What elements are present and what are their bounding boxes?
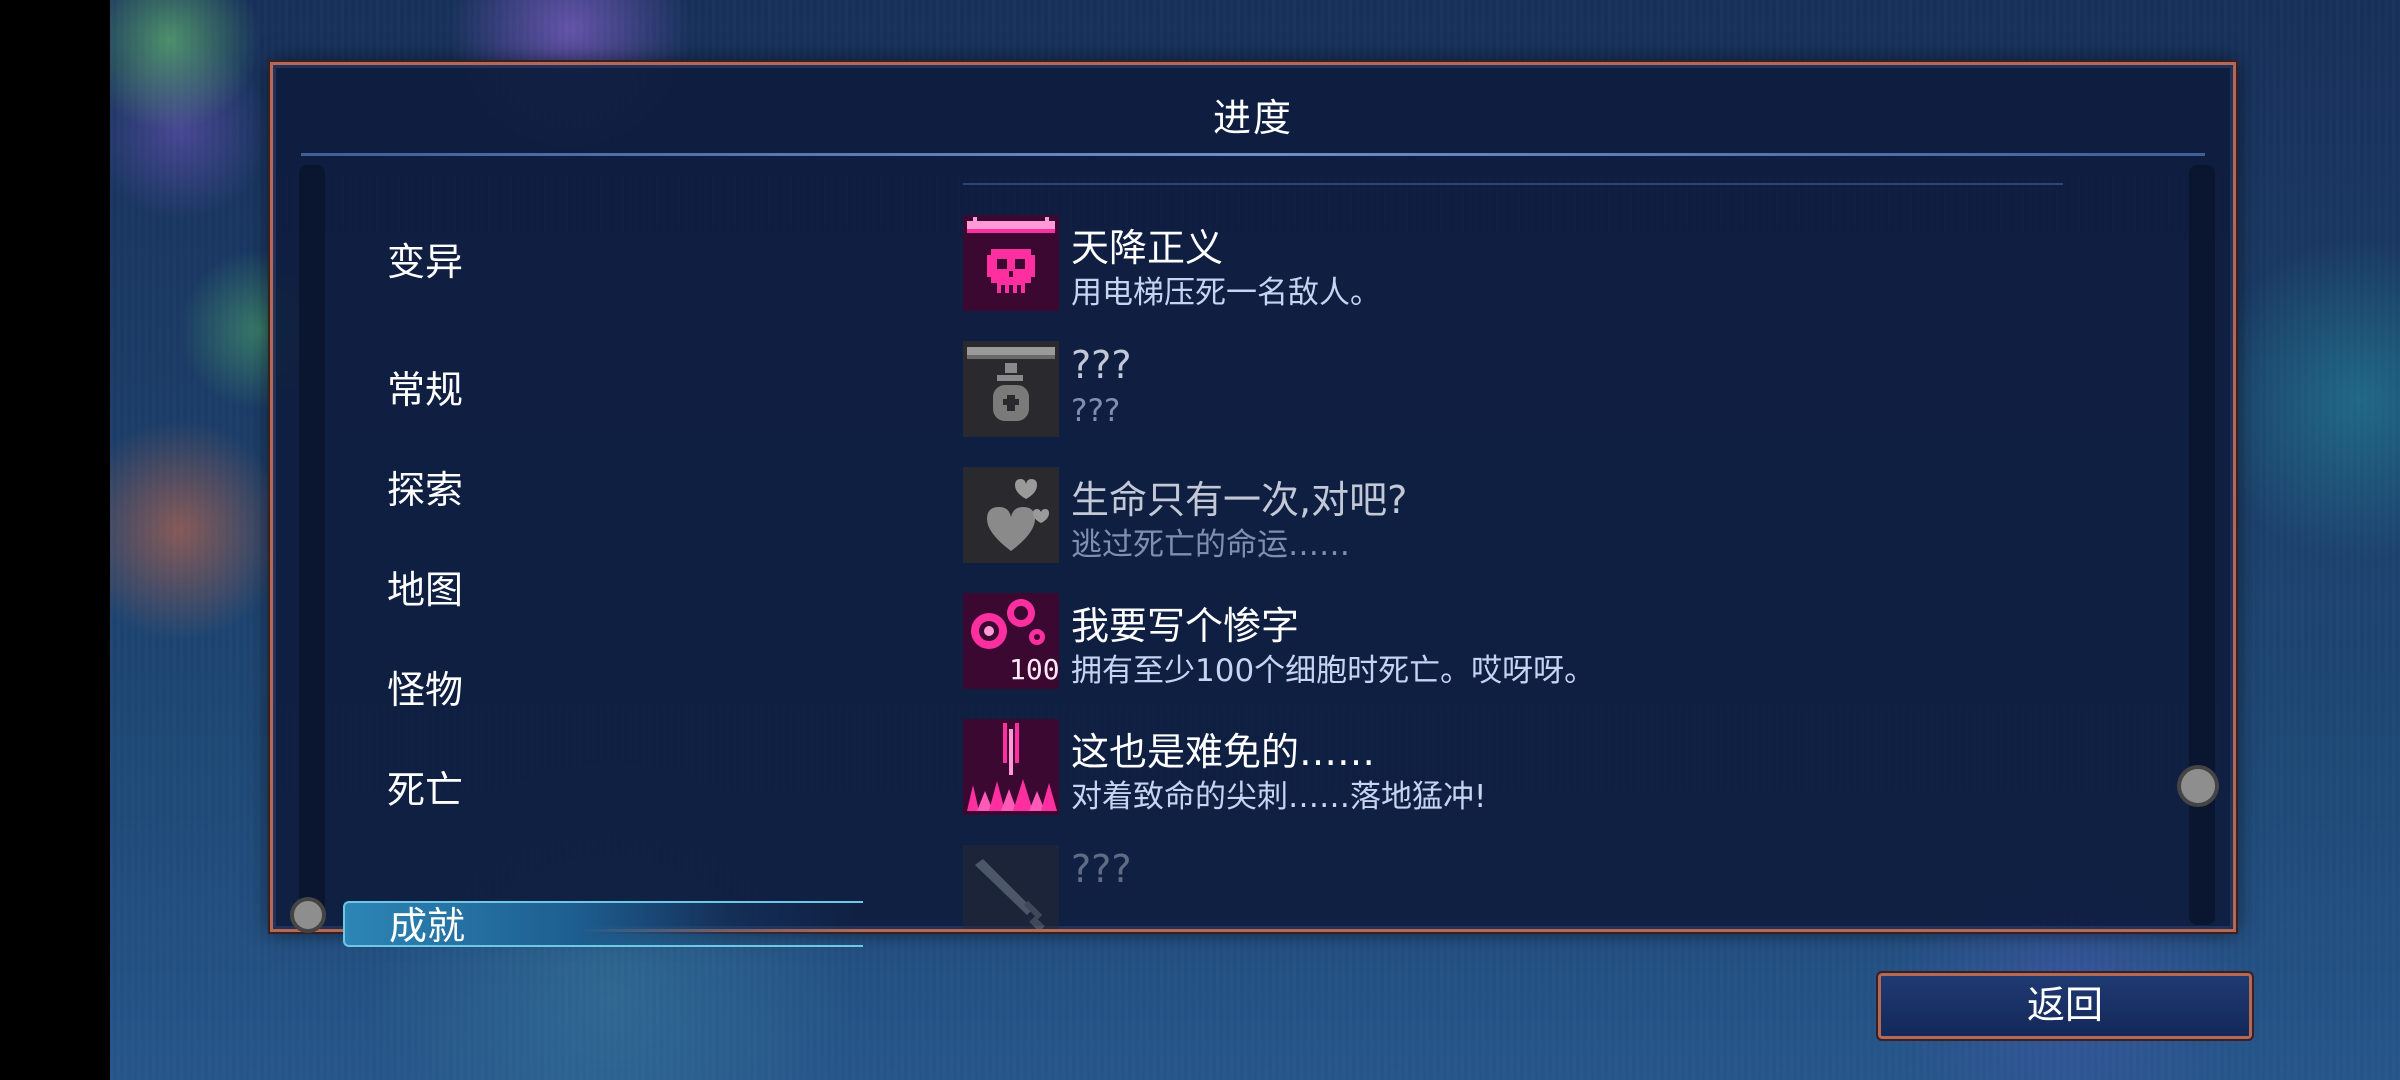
back-button[interactable]: 返回	[1876, 971, 2254, 1041]
achievement-description: 用电梯压死一名敌人。	[1071, 275, 1381, 311]
achievement-title: 生命只有一次,对吧?	[1071, 478, 1408, 522]
elevator-grenade-icon	[963, 341, 1059, 437]
achievement-item[interactable]: 100 我要写个惨字 拥有至少100个细胞时死亡。哎呀呀。	[963, 593, 2153, 689]
category-list: 变异 常规 探索 地图 怪物 死亡 成就	[343, 165, 903, 948]
achievement-list[interactable]: 天降正义 用电梯压死一名敌人。 ??? ??? 生命只有一次,对吧? 逃过死亡的…	[963, 177, 2153, 929]
achievement-description: 拥有至少100个细胞时死亡。哎呀呀。	[1071, 653, 1596, 689]
skull-elevator-icon	[963, 215, 1059, 311]
title-divider	[301, 153, 2205, 156]
achievement-item[interactable]: ???	[963, 845, 2153, 929]
category-scroll-knob[interactable]	[290, 897, 326, 933]
achievement-title: 天降正义	[1071, 226, 1224, 270]
sword-icon	[963, 845, 1059, 929]
panel-title: 进度	[1212, 96, 1293, 140]
category-item-monsters[interactable]: 怪物	[343, 667, 863, 713]
achievement-title: ???	[1071, 343, 1132, 387]
achievement-item[interactable]: ??? ???	[963, 341, 2153, 437]
category-item-map[interactable]: 地图	[343, 567, 863, 613]
category-item-achievements[interactable]: 成就	[343, 901, 863, 948]
achievement-scrollbar[interactable]	[2189, 165, 2215, 925]
category-item-general[interactable]: 常规	[343, 367, 863, 413]
hearts-icon	[963, 467, 1059, 563]
category-item-deaths[interactable]: 死亡	[343, 767, 863, 813]
cells-100-icon: 100	[963, 593, 1060, 689]
achievement-description: 逃过死亡的命运……	[1071, 527, 1350, 563]
achievement-title: 我要写个惨字	[1071, 604, 1300, 648]
achievement-title: 这也是难免的……	[1071, 730, 1376, 774]
achievement-item[interactable]: 这也是难免的…… 对着致命的尖刺……落地猛冲!	[963, 719, 2153, 815]
category-scrollbar[interactable]	[299, 165, 325, 925]
list-top-divider	[963, 183, 2063, 185]
achievement-description: 对着致命的尖刺……落地猛冲!	[1071, 779, 1487, 815]
cells-count-label: 100	[1009, 653, 1060, 686]
category-item-exploration[interactable]: 探索	[343, 467, 863, 513]
spikes-icon	[963, 719, 1059, 815]
achievement-scroll-knob[interactable]	[2177, 765, 2219, 807]
achievement-item[interactable]: 天降正义 用电梯压死一名敌人。	[963, 215, 2153, 311]
achievement-item[interactable]: 生命只有一次,对吧? 逃过死亡的命运……	[963, 467, 2153, 563]
category-item-mutations[interactable]: 变异	[343, 239, 863, 285]
achievement-description: ???	[1071, 393, 1121, 429]
progress-panel: 进度 变异 常规 探索 地图 怪物 死亡 成就 天降正义 用电梯压死一名敌人。 …	[268, 60, 2238, 948]
achievement-title: ???	[1071, 847, 1132, 891]
